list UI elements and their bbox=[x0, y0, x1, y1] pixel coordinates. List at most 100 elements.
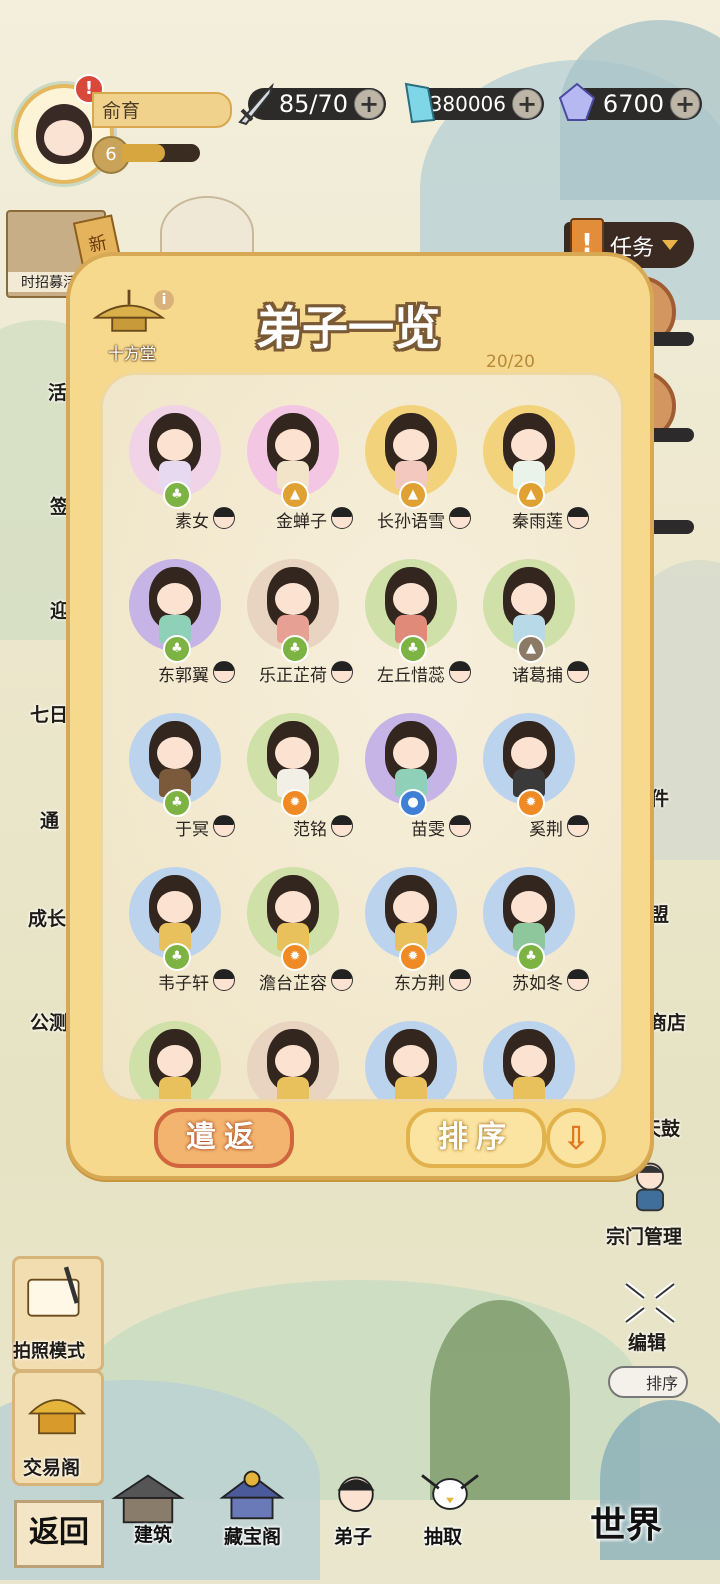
photo-mode-button[interactable]: 拍照模式 bbox=[12, 1256, 104, 1372]
left-label-6[interactable]: 成长 bbox=[28, 904, 66, 931]
back-button[interactable]: 返回 bbox=[14, 1500, 104, 1568]
element-wood-icon: ♣ bbox=[163, 789, 191, 817]
scroll-brush-icon bbox=[27, 1266, 80, 1317]
player-name: 俞育 bbox=[102, 100, 141, 122]
disciple-outfit bbox=[513, 1077, 545, 1099]
dock-treasure[interactable]: 藏宝阁 bbox=[212, 1466, 302, 1560]
disciple-face-icon[interactable] bbox=[331, 507, 353, 529]
disciple-card[interactable]: ♣ 乐正芷荷 bbox=[233, 549, 353, 699]
element-wood-icon: ♣ bbox=[163, 481, 191, 509]
dock-disciple[interactable]: 弟子 bbox=[316, 1470, 402, 1560]
dock-draw[interactable]: 抽取 bbox=[410, 1466, 496, 1560]
disciple-face-icon[interactable] bbox=[567, 507, 589, 529]
disciple-face-icon[interactable] bbox=[331, 661, 353, 683]
info-icon[interactable]: i bbox=[154, 290, 174, 310]
right-bar-1 bbox=[648, 332, 694, 346]
disciple-face-icon[interactable] bbox=[567, 969, 589, 991]
disciple-grid[interactable]: ♣ 素女 ▲ 金蝉子 ▲ 长孙语雪 ▲ 秦雨莲 ♣ 东郭翼 ♣ 乐正芷荷 ♣ 左丘惜蕊 ▲ 诸葛捕 ♣ 于冥 ✹ 范铭… bbox=[100, 372, 624, 1102]
stamina-counter: 85/70 + bbox=[238, 82, 386, 126]
disciple-card[interactable]: ♣ 苏如冬 bbox=[469, 857, 589, 1007]
element-wood-icon: ♣ bbox=[163, 635, 191, 663]
disciple-card[interactable]: ● 苗雯 bbox=[351, 703, 471, 853]
disciple-face-icon[interactable] bbox=[213, 507, 235, 529]
gem-value: 6700 bbox=[602, 90, 664, 118]
element-mountain-icon: ▲ bbox=[517, 635, 545, 663]
left-label-7[interactable]: 公测 bbox=[30, 1008, 68, 1035]
disciple-card[interactable]: ✹ 范铭 bbox=[233, 703, 353, 853]
disciple-card[interactable]: ♣ 东郭翼 bbox=[115, 549, 235, 699]
left-label-5[interactable]: 通 bbox=[40, 806, 59, 833]
disciple-card[interactable] bbox=[351, 1011, 469, 1099]
element-wood-icon: ♣ bbox=[281, 635, 309, 663]
disciple-card[interactable]: ▲ 秦雨莲 bbox=[469, 395, 589, 545]
disciple-card[interactable] bbox=[233, 1011, 351, 1099]
disciple-face-icon[interactable] bbox=[449, 969, 471, 991]
dock-build[interactable]: 建筑 bbox=[108, 1470, 194, 1560]
disciple-name: 乐正芷荷 bbox=[259, 666, 327, 686]
gem-add-button[interactable]: + bbox=[670, 89, 700, 119]
gem-icon bbox=[558, 82, 596, 121]
disciple-card[interactable] bbox=[115, 1011, 233, 1099]
map-sort-button[interactable]: 排序 bbox=[608, 1366, 688, 1398]
disciple-face bbox=[511, 1045, 547, 1077]
disciple-face-icon[interactable] bbox=[331, 969, 353, 991]
disciple-face-icon[interactable] bbox=[213, 969, 235, 991]
dock-disciple-label: 弟子 bbox=[334, 1526, 373, 1548]
disciple-card[interactable]: ✹ 东方荆 bbox=[351, 857, 471, 1007]
disciple-face-icon[interactable] bbox=[449, 507, 471, 529]
element-fire-icon: ✹ bbox=[517, 789, 545, 817]
sort-button[interactable]: 排序 bbox=[406, 1108, 546, 1168]
dismiss-button[interactable]: 遣返 bbox=[154, 1108, 294, 1168]
disciple-face bbox=[511, 583, 547, 615]
disciple-face bbox=[275, 891, 311, 923]
disciple-outfit bbox=[159, 1077, 191, 1099]
trade-hall-button[interactable]: 交易阁 bbox=[12, 1370, 104, 1486]
disciple-card[interactable]: ♣ 于冥 bbox=[115, 703, 235, 853]
disciple-face-icon[interactable] bbox=[449, 815, 471, 837]
building-icon bbox=[111, 1474, 185, 1524]
disciple-face bbox=[511, 429, 547, 461]
crystal-icon bbox=[404, 82, 436, 124]
disciple-face-icon[interactable] bbox=[331, 815, 353, 837]
disciple-name: 澹台芷容 bbox=[259, 974, 327, 994]
stamina-add-button[interactable]: + bbox=[354, 89, 384, 119]
disciple-card[interactable]: ♣ 韦子轩 bbox=[115, 857, 235, 1007]
photo-mode-label: 拍照模式 bbox=[13, 1341, 85, 1362]
experience-fill bbox=[122, 144, 165, 162]
disciple-face bbox=[157, 891, 193, 923]
disciple-face-icon[interactable] bbox=[449, 661, 471, 683]
left-label-1[interactable]: 活 bbox=[48, 378, 67, 405]
disciple-face bbox=[393, 1045, 429, 1077]
treasure-icon bbox=[219, 1470, 285, 1520]
element-wood-icon: ♣ bbox=[399, 635, 427, 663]
disciple-card[interactable]: ✹ 奚荆 bbox=[469, 703, 589, 853]
disciple-face bbox=[511, 891, 547, 923]
disciple-face-icon[interactable] bbox=[567, 661, 589, 683]
disciple-face-icon[interactable] bbox=[567, 815, 589, 837]
disciple-card[interactable]: ✹ 澹台芷容 bbox=[233, 857, 353, 1007]
disciple-name: 苏如冬 bbox=[512, 974, 563, 994]
sect-manage-label: 宗门管理 bbox=[606, 1226, 683, 1248]
sort-order-button[interactable]: ⇩ bbox=[546, 1108, 606, 1168]
world-button[interactable]: 世界 bbox=[590, 1496, 662, 1548]
disciple-card[interactable]: ▲ 金蝉子 bbox=[233, 395, 353, 545]
disciple-face-icon[interactable] bbox=[213, 661, 235, 683]
element-earth-icon: ▲ bbox=[399, 481, 427, 509]
disciple-card[interactable]: ♣ 左丘惜蕊 bbox=[351, 549, 471, 699]
spirit-stone-add-button[interactable]: + bbox=[512, 89, 542, 119]
edit-button[interactable]: 编辑 bbox=[612, 1278, 688, 1362]
disciple-card[interactable]: ▲ 诸葛捕 bbox=[469, 549, 589, 699]
disciple-card[interactable]: ▲ 长孙语雪 bbox=[351, 395, 471, 545]
disciple-name: 奚荆 bbox=[529, 820, 563, 840]
disciple-name: 韦子轩 bbox=[158, 974, 209, 994]
bird-icon bbox=[421, 1474, 479, 1510]
disciple-face-icon[interactable] bbox=[213, 815, 235, 837]
disciple-face bbox=[157, 429, 193, 461]
avatar-face bbox=[44, 120, 84, 156]
disciple-card[interactable] bbox=[469, 1011, 587, 1099]
experience-bar bbox=[122, 144, 200, 162]
disciple-name: 东郭翼 bbox=[158, 666, 209, 686]
disciple-card[interactable]: ♣ 素女 bbox=[115, 395, 235, 545]
left-label-4[interactable]: 七日 bbox=[30, 700, 68, 727]
disciple-face bbox=[393, 737, 429, 769]
